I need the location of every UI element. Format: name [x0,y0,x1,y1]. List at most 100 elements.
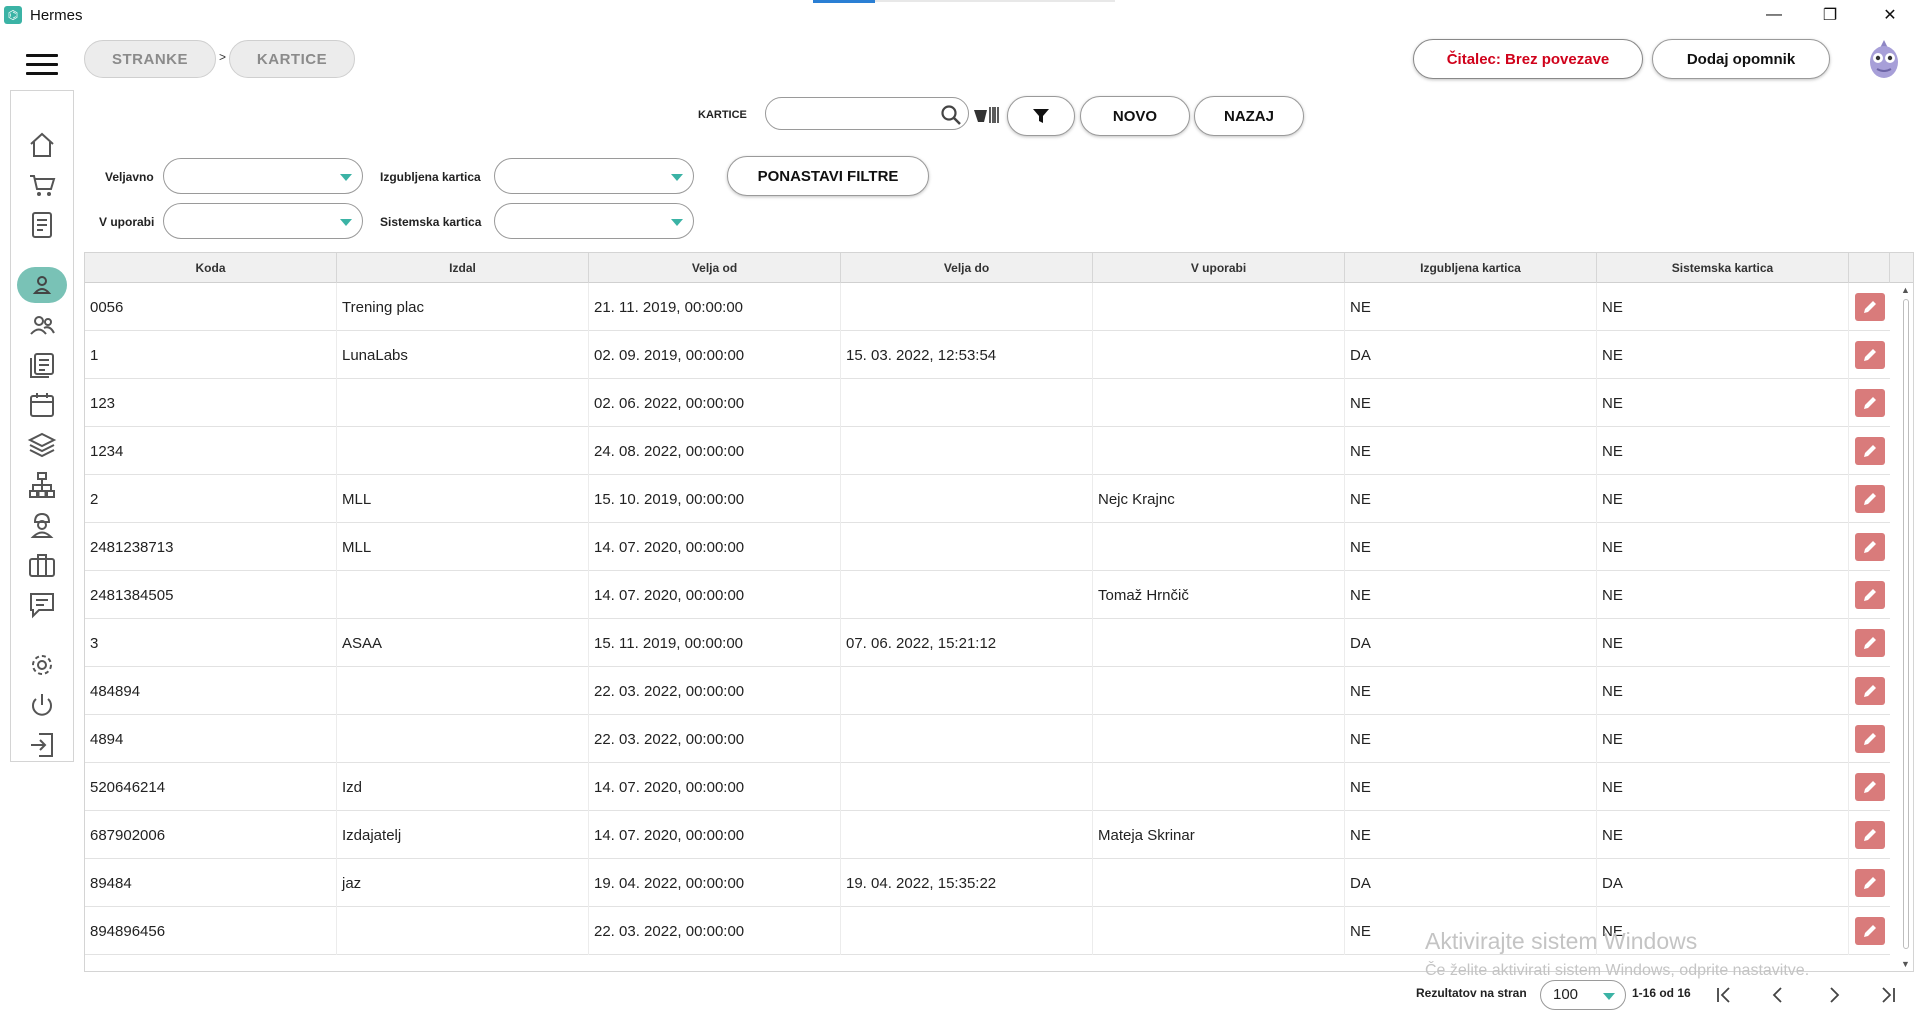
column-header[interactable]: V uporabi [1093,253,1345,283]
reader-status-button[interactable]: Čitalec: Brez povezave [1413,39,1643,79]
edit-button[interactable] [1855,341,1885,369]
column-header[interactable]: Sistemska kartica [1597,253,1849,283]
network-icon[interactable] [17,467,67,503]
table-row[interactable]: 89484 jaz 19. 04. 2022, 00:00:00 19. 04. 20… [85,859,1890,907]
person-icon[interactable] [17,267,67,303]
home-icon[interactable] [17,127,67,163]
new-button[interactable]: NOVO [1080,96,1190,136]
edit-button[interactable] [1855,677,1885,705]
pencil-icon [1864,541,1876,553]
column-header[interactable]: Izdal [337,253,589,283]
last-page-icon [1882,987,1895,1003]
back-button[interactable]: NAZAJ [1194,96,1304,136]
table-cell: NE [1345,427,1597,475]
table-row[interactable]: 484894 22. 03. 2022, 00:00:00 NE NE [85,667,1890,715]
table-cell: Nejc Krajnc [1093,475,1345,523]
edit-button[interactable] [1855,725,1885,753]
table-cell: 02. 09. 2019, 00:00:00 [589,331,841,379]
table-cell [841,715,1093,763]
edit-button[interactable] [1855,821,1885,849]
scrollbar-thumb[interactable] [1903,299,1909,949]
table-cell [337,715,589,763]
close-button[interactable]: ✕ [1862,0,1918,30]
column-header[interactable]: Velja do [841,253,1093,283]
filter-veljavno-select[interactable] [163,158,363,194]
filter-sistemska-select[interactable] [494,203,694,239]
filter-izgubljena-select[interactable] [494,158,694,194]
edit-button[interactable] [1855,533,1885,561]
restore-button[interactable]: ❐ [1802,0,1858,30]
table-row[interactable]: 123 02. 06. 2022, 00:00:00 NE NE [85,379,1890,427]
previous-page-button[interactable] [1760,980,1796,1010]
edit-button[interactable] [1855,917,1885,945]
page-size-select[interactable]: 100 [1540,980,1626,1010]
table-cell [1093,907,1345,955]
briefcase-icon[interactable] [17,547,67,583]
table-row[interactable]: 2 MLL 15. 10. 2019, 00:00:00 Nejc Krajnc NE N… [85,475,1890,523]
table-row[interactable]: 1 LunaLabs 02. 09. 2019, 00:00:00 15. 03. 2… [85,331,1890,379]
breadcrumb-stranke[interactable]: STRANKE [84,40,216,78]
table-row[interactable]: 1234 24. 08. 2022, 00:00:00 NE NE [85,427,1890,475]
table-cell: Mateja Skrinar [1093,811,1345,859]
next-page-button[interactable] [1816,980,1852,1010]
chat-icon[interactable] [17,587,67,623]
breadcrumb-kartice[interactable]: KARTICE [229,40,355,78]
table-cell [841,763,1093,811]
table-row[interactable]: 520646214 Izd 14. 07. 2020, 00:00:00 NE NE [85,763,1890,811]
table-row[interactable]: 4894 22. 03. 2022, 00:00:00 NE NE [85,715,1890,763]
column-header[interactable]: Koda [85,253,337,283]
barcode-scanner-icon[interactable] [973,104,1001,126]
first-page-button[interactable] [1706,980,1742,1010]
table-cell: NE [1345,763,1597,811]
last-page-button[interactable] [1870,980,1906,1010]
edit-button[interactable] [1855,581,1885,609]
cards-table: Koda Izdal Velja od Velja do V uporabi Izgubl… [84,252,1914,972]
document-icon[interactable] [17,207,67,243]
sidebar [10,90,74,762]
filter-v-uporabi-select[interactable] [163,203,363,239]
title-accent [813,0,875,3]
menu-icon[interactable] [26,54,58,76]
add-reminder-button[interactable]: Dodaj opomnik [1652,39,1830,79]
table-row[interactable]: 2481384505 14. 07. 2020, 00:00:00 Tomaž Hr… [85,571,1890,619]
table-row[interactable]: 0056 Trening plac 21. 11. 2019, 00:00:00 NE… [85,283,1890,331]
edit-button[interactable] [1855,485,1885,513]
scroll-down-icon[interactable]: ▼ [1901,959,1910,969]
table-row[interactable]: 687902006 Izdajatelj 14. 07. 2020, 00:00:0… [85,811,1890,859]
power-icon[interactable] [17,687,67,723]
edit-button[interactable] [1855,869,1885,897]
search-input[interactable] [778,100,938,128]
edit-button[interactable] [1855,389,1885,417]
table-cell: 19. 04. 2022, 15:35:22 [841,859,1093,907]
table-row[interactable]: 3 ASAA 15. 11. 2019, 00:00:00 07. 06. 2022,… [85,619,1890,667]
reset-filters-button[interactable]: PONASTAVI FILTRE [727,156,929,196]
avatar[interactable] [1864,38,1904,80]
scroll-up-icon[interactable]: ▲ [1901,285,1910,295]
list-icon[interactable] [17,347,67,383]
table-row[interactable]: 2481238713 MLL 14. 07. 2020, 00:00:00 NE NE [85,523,1890,571]
vertical-scrollbar[interactable]: ▲ ▼ [1898,283,1913,971]
calendar-icon[interactable] [17,387,67,423]
edit-button[interactable] [1855,773,1885,801]
filter-icon [1033,109,1049,123]
edit-button[interactable] [1855,629,1885,657]
worker-icon[interactable] [17,507,67,543]
people-icon[interactable] [17,307,67,343]
gear-icon[interactable] [17,647,67,683]
logout-icon[interactable] [17,727,67,763]
search-icon[interactable] [940,104,962,126]
actions-column-header [1849,253,1890,283]
search-field[interactable] [765,97,969,130]
edit-button[interactable] [1855,293,1885,321]
cart-icon[interactable] [17,167,67,203]
edit-button[interactable] [1855,437,1885,465]
table-cell: 687902006 [85,811,337,859]
column-header[interactable]: Izgubljena kartica [1345,253,1597,283]
filter-button[interactable] [1007,96,1075,136]
column-header[interactable]: Velja od [589,253,841,283]
table-header: Koda Izdal Velja od Velja do V uporabi Izgubl… [85,253,1913,283]
table-cell: 123 [85,379,337,427]
table-cell: 14. 07. 2020, 00:00:00 [589,571,841,619]
minimize-button[interactable]: — [1746,0,1802,30]
layers-icon[interactable] [17,427,67,463]
